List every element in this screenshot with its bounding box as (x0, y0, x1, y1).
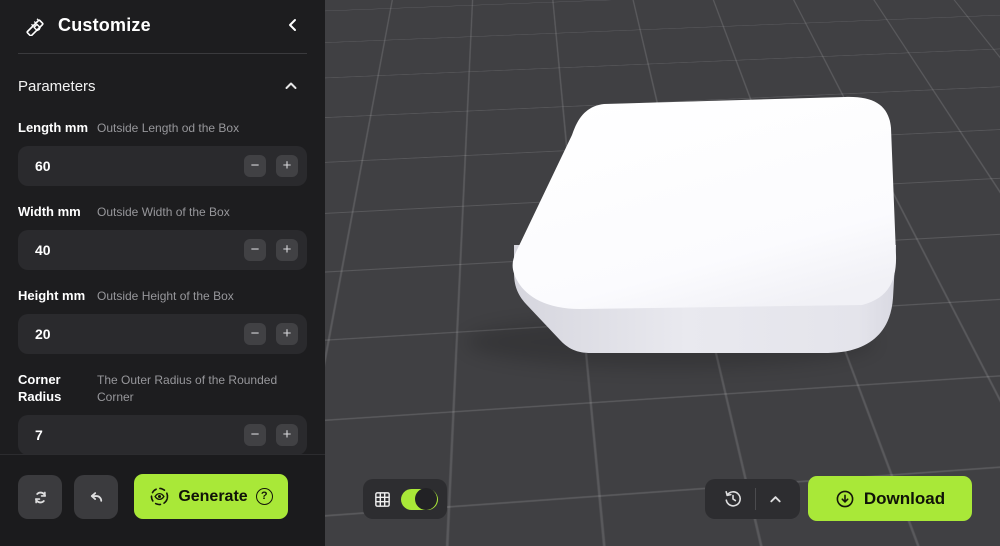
collapse-panel-button[interactable] (281, 13, 305, 37)
param-group-width: Width mm Outside Width of the Box 40 − + (18, 203, 307, 270)
download-label: Download (863, 488, 946, 508)
app: Customize Parameters Length mm Outside L… (0, 0, 1000, 546)
param-head: Length mm Outside Length od the Box (18, 119, 307, 137)
panel-footer: Generate ? (0, 454, 325, 546)
length-value: 60 (35, 158, 51, 174)
height-increment-button[interactable]: + (276, 323, 298, 345)
parameters-section-label: Parameters (18, 77, 96, 95)
corner-radius-value: 7 (35, 427, 43, 443)
param-group-length: Length mm Outside Length od the Box 60 −… (18, 119, 307, 186)
download-button[interactable]: Download (808, 476, 972, 521)
param-head: Width mm Outside Width of the Box (18, 203, 307, 221)
history-icon (723, 489, 743, 509)
length-input[interactable]: 60 − + (18, 146, 307, 186)
generate-eye-icon (149, 486, 170, 507)
expand-history-button[interactable] (766, 490, 785, 509)
reset-button[interactable] (18, 475, 62, 519)
param-label: Length mm (18, 120, 89, 135)
param-head: Height mm Outside Height of the Box (18, 287, 307, 305)
refresh-icon (31, 488, 50, 507)
param-description: Outside Height of the Box (97, 289, 234, 303)
chevron-up-icon (768, 492, 783, 507)
width-value: 40 (35, 242, 51, 258)
corner-radius-increment-button[interactable]: + (276, 424, 298, 446)
help-icon[interactable]: ? (255, 488, 273, 505)
customize-panel: Customize Parameters Length mm Outside L… (0, 0, 325, 546)
collapse-section-button[interactable] (281, 76, 301, 96)
param-description: The Outer Radius of the Rounded Corner (97, 373, 278, 404)
param-description: Outside Width of the Box (97, 205, 230, 219)
width-input[interactable]: 40 − + (18, 230, 307, 270)
length-increment-button[interactable]: + (276, 155, 298, 177)
parameters-section-header[interactable]: Parameters (0, 54, 325, 102)
panel-title: Customize (58, 14, 151, 35)
download-icon (835, 489, 855, 509)
generate-button[interactable]: Generate ? (134, 474, 288, 519)
chevron-up-icon (283, 78, 299, 94)
toggle-knob (415, 488, 437, 510)
history-group (705, 479, 800, 519)
minus-icon: − (250, 157, 260, 174)
help-glyph: ? (260, 490, 268, 502)
param-group-corner-radius: Corner Radius The Outer Radius of the Ro… (18, 371, 307, 455)
generate-label: Generate (178, 487, 248, 505)
plus-icon: + (282, 157, 292, 174)
minus-icon: − (250, 426, 260, 443)
corner-radius-input[interactable]: 7 − + (18, 415, 307, 455)
param-label: Width mm (18, 204, 81, 219)
box-top-face (512, 96, 897, 309)
undo-icon (87, 488, 106, 507)
model-rounded-box[interactable] (325, 0, 1000, 546)
param-label: Corner Radius (18, 372, 62, 404)
grid-toggle-switch[interactable] (401, 488, 438, 510)
chevron-left-icon (285, 17, 301, 33)
undo-button[interactable] (74, 475, 118, 519)
grid-icon (373, 490, 392, 509)
grid-toggle-group (363, 479, 447, 519)
plus-icon: + (282, 426, 292, 443)
minus-icon: − (250, 241, 260, 258)
param-group-height: Height mm Outside Height of the Box 20 −… (18, 287, 307, 354)
minus-icon: − (250, 325, 260, 342)
plus-icon: + (282, 241, 292, 258)
param-head: Corner Radius The Outer Radius of the Ro… (18, 371, 307, 406)
param-description: Outside Length od the Box (97, 121, 240, 135)
width-decrement-button[interactable]: − (244, 239, 266, 261)
height-decrement-button[interactable]: − (244, 323, 266, 345)
width-increment-button[interactable]: + (276, 239, 298, 261)
param-label: Height mm (18, 288, 86, 303)
panel-header: Customize (0, 0, 325, 47)
viewport-3d[interactable]: Download (325, 0, 1000, 546)
length-decrement-button[interactable]: − (244, 155, 266, 177)
pill-divider (754, 488, 756, 510)
corner-radius-decrement-button[interactable]: − (244, 424, 266, 446)
plus-icon: + (282, 325, 292, 342)
height-value: 20 (35, 326, 51, 342)
customize-icon (24, 14, 46, 36)
history-button[interactable] (721, 487, 745, 511)
height-input[interactable]: 20 − + (18, 314, 307, 354)
